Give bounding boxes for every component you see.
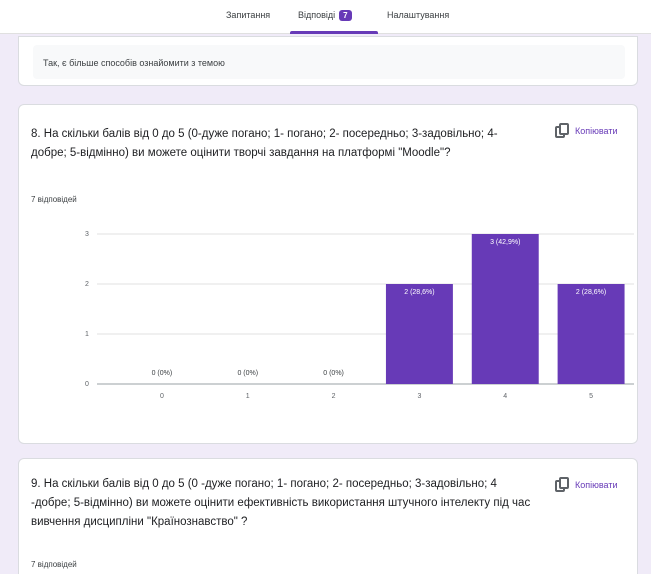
x-tick-label: 2 (332, 393, 336, 400)
y-tick-label: 0 (85, 381, 89, 388)
top-tab-bar: Запитання Відповіді 7 Налаштування (0, 0, 651, 34)
text-answer: Так, є більше способів ознайомити з темо… (43, 58, 225, 68)
x-tick-label: 4 (503, 393, 507, 400)
tab-responses-label: Відповіді (298, 10, 336, 20)
previous-question-card: Так, є більше способів ознайомити з темо… (18, 36, 638, 86)
data-label: 0 (0%) (152, 370, 173, 377)
response-count: 7 відповідей (31, 560, 77, 569)
data-label: 2 (28,6%) (404, 289, 434, 296)
tab-settings-label: Налаштування (387, 10, 450, 20)
x-tick-label: 3 (417, 393, 421, 400)
question-9-title: 9. На скільки балів від 0 до 5 (0 -дуже … (31, 478, 531, 528)
text-answer-item: Так, є більше способів ознайомити з темо… (33, 45, 625, 79)
bar (385, 284, 453, 384)
copy-icon (555, 477, 569, 493)
data-label: 0 (0%) (323, 370, 344, 377)
bar-chart-svg: 0 1 2 3 0 (0%) 0 0 (0%) 1 0 (0%) 2 2 (28,6%) 3 3 (42… (85, 231, 634, 400)
y-tick-label: 2 (85, 281, 89, 288)
bar (471, 234, 539, 384)
bar (557, 284, 625, 384)
copy-chart-button[interactable]: Копіювати (555, 477, 618, 493)
x-tick-label: 5 (589, 393, 593, 400)
tab-settings[interactable]: Налаштування (387, 10, 449, 20)
data-label: 3 (42,9%) (490, 239, 520, 246)
y-tick-label: 3 (85, 231, 89, 238)
tab-responses[interactable]: Відповіді 7 (298, 10, 352, 21)
question-9-card: 9. На скільки балів від 0 до 5 (0 -дуже … (18, 458, 638, 574)
tab-questions-label: Запитання (226, 10, 271, 20)
question-8-card: 8. На скільки балів від 0 до 5 (0-дуже п… (18, 104, 638, 444)
data-label: 2 (28,6%) (576, 289, 606, 296)
y-tick-label: 1 (85, 331, 89, 338)
tab-questions[interactable]: Запитання (226, 10, 270, 20)
x-tick-label: 1 (246, 393, 250, 400)
active-tab-indicator (290, 31, 378, 34)
responses-count-badge: 7 (339, 10, 352, 21)
x-tick-label: 0 (160, 393, 164, 400)
data-label: 0 (0%) (237, 370, 258, 377)
copy-label: Копіювати (575, 480, 618, 490)
